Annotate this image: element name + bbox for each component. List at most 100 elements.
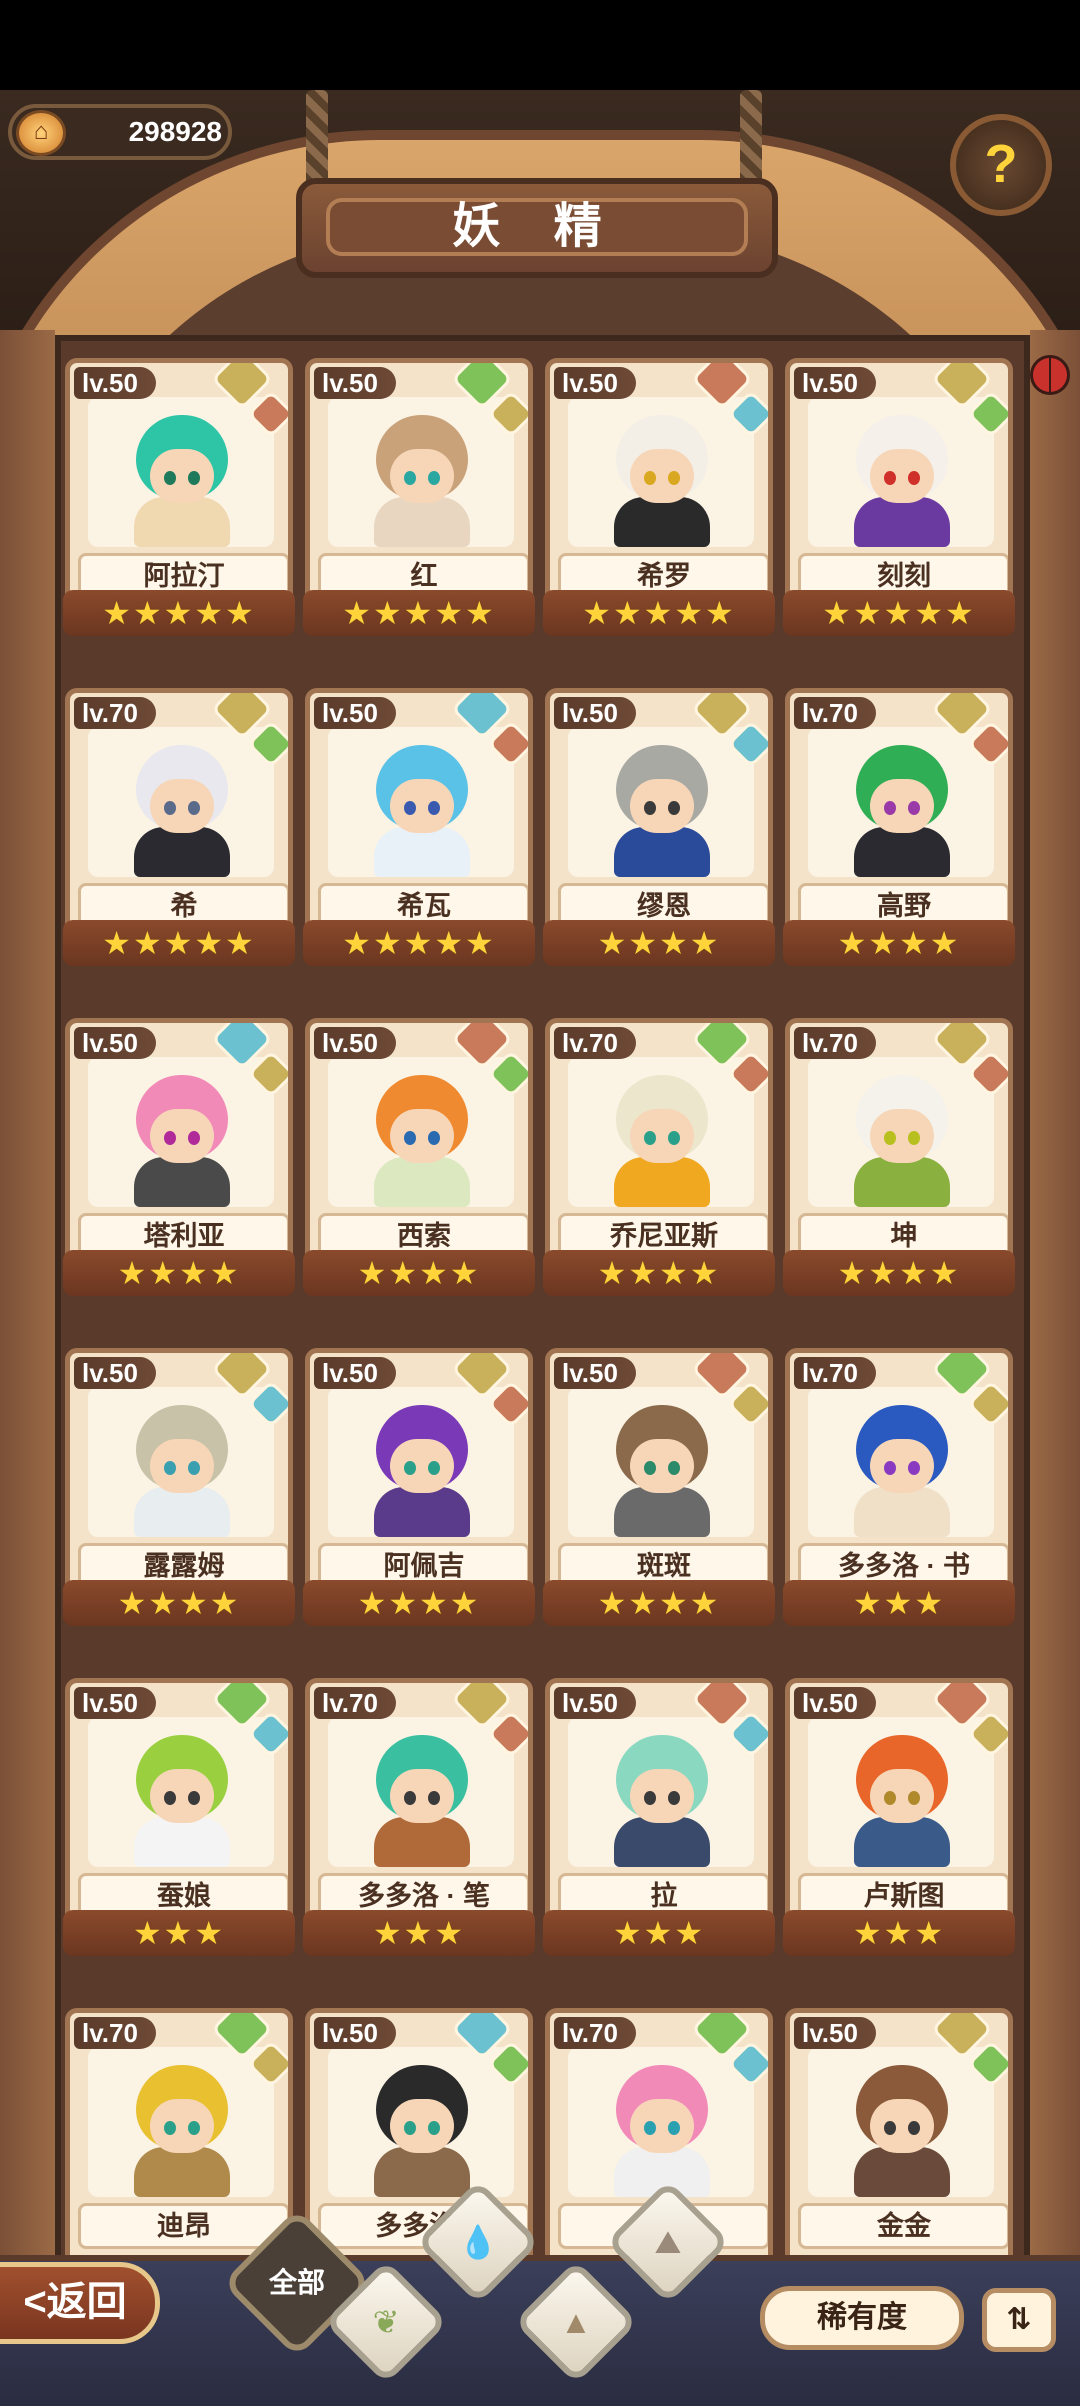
character-face	[150, 1439, 214, 1493]
character-face	[150, 1109, 214, 1163]
character-outfit	[854, 1817, 950, 1867]
fairy-portrait	[88, 1387, 274, 1537]
star-icons: ★★★★★	[102, 925, 256, 961]
rarity-sort-button[interactable]: 稀有度	[760, 2286, 964, 2350]
fairy-card[interactable]: lv.50 希瓦 ★★★★★	[303, 688, 535, 988]
fairy-portrait	[808, 1387, 994, 1537]
fairy-portrait	[808, 397, 994, 547]
fairy-portrait	[808, 1717, 994, 1867]
character-eye	[404, 471, 416, 485]
fairy-card[interactable]: lv.70 坤 ★★★★	[783, 1018, 1015, 1318]
level-badge: lv.50	[794, 1687, 876, 1719]
level-badge: lv.70	[74, 697, 156, 729]
character-outfit	[374, 1817, 470, 1867]
level-badge: lv.50	[794, 367, 876, 399]
fairy-card[interactable]: lv.70 乔尼亚斯 ★★★★	[543, 1018, 775, 1318]
fairy-card[interactable]: lv.50 希罗 ★★★★★	[543, 358, 775, 658]
star-icons: ★★★	[852, 1915, 946, 1951]
character-outfit	[374, 1157, 470, 1207]
star-rating: ★★★★★	[63, 590, 295, 636]
character-eye	[428, 801, 440, 815]
character-face	[630, 449, 694, 503]
fairy-card[interactable]: lv.50 刻刻 ★★★★★	[783, 358, 1015, 658]
help-button[interactable]: ?	[950, 114, 1052, 216]
fairy-portrait	[328, 2047, 514, 2197]
fairy-portrait	[328, 397, 514, 547]
star-icons: ★★★★	[357, 1585, 481, 1621]
status-bar	[0, 0, 1080, 90]
fairy-card[interactable]: lv.50 拉 ★★★	[543, 1678, 775, 1978]
fairy-card[interactable]: lv.50 塔利亚 ★★★★	[63, 1018, 295, 1318]
fairy-card[interactable]: lv.50 红 ★★★★★	[303, 358, 535, 658]
star-rating: ★★★	[303, 1910, 535, 1956]
star-rating: ★★★★	[63, 1250, 295, 1296]
fairy-card[interactable]: lv.70 多多洛 · 书 ★★★	[783, 1348, 1015, 1648]
fairy-card[interactable]: lv.50 蚕娘 ★★★	[63, 1678, 295, 1978]
level-badge: lv.70	[554, 1027, 636, 1059]
character-outfit	[614, 827, 710, 877]
card-frame: lv.50 阿拉汀	[65, 358, 293, 618]
fairy-portrait	[568, 727, 754, 877]
card-frame: lv.70 希	[65, 688, 293, 948]
character-outfit	[134, 1487, 230, 1537]
character-face	[870, 1439, 934, 1493]
page-title: 妖 精	[326, 198, 748, 256]
star-icons: ★★★★★	[342, 595, 496, 631]
nature-sprout-icon: ❦	[372, 2304, 400, 2340]
fairy-name: 金金	[798, 2203, 1008, 2249]
level-badge: lv.70	[314, 1687, 396, 1719]
fairy-card[interactable]: lv.50 斑斑 ★★★★	[543, 1348, 775, 1648]
level-badge: lv.70	[794, 1357, 876, 1389]
level-badge: lv.50	[554, 697, 636, 729]
card-frame: lv.50 阿佩吉	[305, 1348, 533, 1608]
character-eye	[644, 471, 656, 485]
fairy-card[interactable]: lv.50 缪恩 ★★★★	[543, 688, 775, 988]
level-badge: lv.50	[314, 367, 396, 399]
star-rating: ★★★★	[543, 1580, 775, 1626]
fairy-portrait	[88, 397, 274, 547]
star-rating: ★★★★	[303, 1250, 535, 1296]
character-face	[630, 1769, 694, 1823]
character-outfit	[614, 1817, 710, 1867]
currency-display: ⌂ 298928	[8, 104, 232, 160]
star-rating: ★★★★★	[783, 590, 1015, 636]
fairy-card[interactable]: lv.50 阿拉汀 ★★★★★	[63, 358, 295, 658]
card-frame: lv.70 坤	[785, 1018, 1013, 1278]
fairy-card[interactable]: lv.70 希 ★★★★★	[63, 688, 295, 988]
fairy-card[interactable]: lv.70 多多洛 · 笔 ★★★	[303, 1678, 535, 1978]
character-eye	[164, 471, 176, 485]
character-eye	[668, 471, 680, 485]
character-outfit	[854, 2147, 950, 2197]
character-outfit	[854, 497, 950, 547]
filter-all-label[interactable]: 全部	[244, 2260, 350, 2306]
fairy-portrait	[328, 1057, 514, 1207]
fairy-portrait	[568, 1387, 754, 1537]
back-button[interactable]: <返回	[0, 2262, 160, 2344]
fairy-card[interactable]: lv.50 阿佩吉 ★★★★	[303, 1348, 535, 1648]
character-eye	[884, 801, 896, 815]
star-rating: ★★★	[783, 1910, 1015, 1956]
level-badge: lv.50	[314, 2017, 396, 2049]
fairy-portrait	[808, 727, 994, 877]
fairy-card[interactable]: lv.70 高野 ★★★★	[783, 688, 1015, 988]
character-eye	[164, 1791, 176, 1805]
fairy-card[interactable]: lv.50 露露姆 ★★★★	[63, 1348, 295, 1648]
level-badge: lv.50	[74, 1357, 156, 1389]
sort-order-button[interactable]: ⇅	[982, 2288, 1056, 2352]
fairy-card[interactable]: lv.50 西索 ★★★★	[303, 1018, 535, 1318]
star-rating: ★★★★	[63, 1580, 295, 1626]
star-icons: ★★★★★	[822, 595, 976, 631]
character-eye	[404, 1131, 416, 1145]
character-face	[390, 1109, 454, 1163]
fairy-card[interactable]: lv.50 卢斯图 ★★★	[783, 1678, 1015, 1978]
character-eye	[404, 1461, 416, 1475]
level-badge: lv.70	[74, 2017, 156, 2049]
question-bulb-icon: ?	[984, 134, 1018, 194]
frame-right-pillar	[1030, 330, 1080, 2280]
fairy-portrait	[328, 1387, 514, 1537]
character-eye	[428, 1461, 440, 1475]
star-icons: ★★★	[372, 1915, 466, 1951]
character-outfit	[134, 1817, 230, 1867]
character-face	[870, 779, 934, 833]
character-eye	[908, 2121, 920, 2135]
